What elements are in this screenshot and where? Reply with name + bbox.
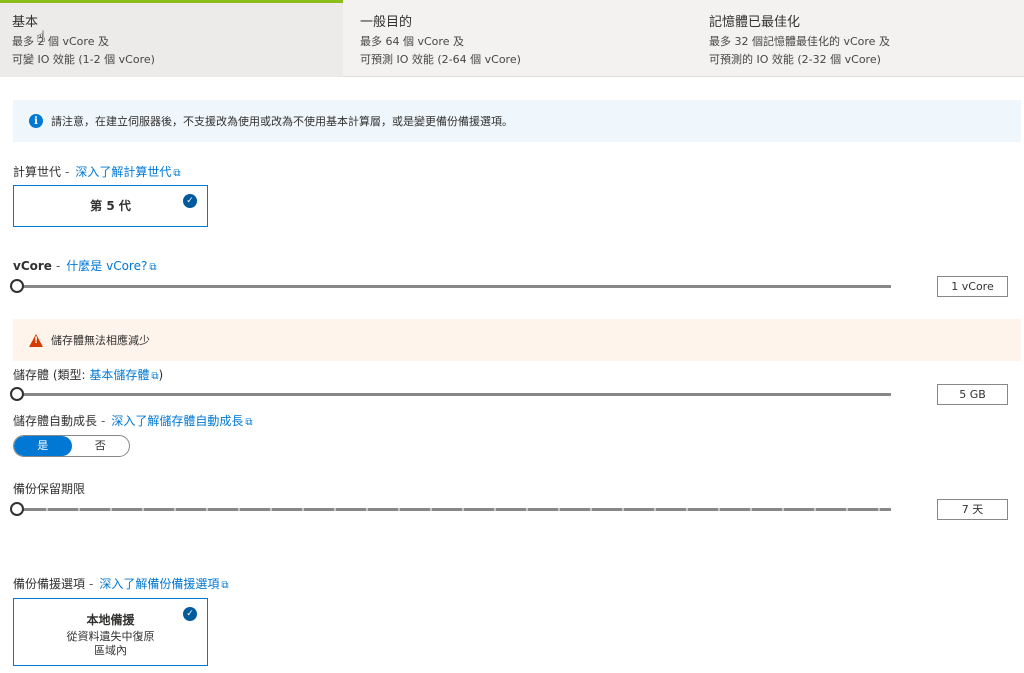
storage-label-close: ): [158, 368, 164, 382]
autogrow-learn-link[interactable]: 深入了解儲存體自動成長 ⧉: [111, 414, 252, 428]
autogrow-toggle[interactable]: 是 否: [13, 435, 130, 457]
backup-retention-slider-track: [16, 508, 891, 511]
vcore-slider-thumb[interactable]: [10, 279, 24, 293]
separator: -: [89, 577, 94, 591]
tier-gp-line1: 最多 64 個 vCore 及: [360, 35, 464, 48]
tier-basic-title: 基本: [12, 15, 39, 30]
backup-retention-slider-thumb[interactable]: [10, 502, 24, 516]
vcore-label: vCore: [13, 259, 52, 273]
storage-type-link-text: 基本儲存體: [89, 368, 150, 382]
warning-icon: [29, 333, 43, 347]
vcore-slider-track: [16, 285, 891, 288]
info-icon: i: [29, 114, 43, 128]
tier-mo-title: 記憶體已最佳化: [709, 15, 801, 30]
vcore-label-row: vCore - 什麼是 vCore? ⧉: [13, 257, 156, 274]
compute-gen-card-title: 第 5 代: [90, 199, 131, 213]
tier-basic[interactable]: 基本 最多 2 個 vCore 及 可變 IO 效能 (1-2 個 vCore): [0, 0, 343, 77]
tier-basic-line1: 最多 2 個 vCore 及: [12, 35, 109, 48]
tier-gp-line2: 可預測 IO 效能 (2-64 個 vCore): [360, 53, 521, 66]
backup-retention-slider[interactable]: [10, 502, 891, 516]
checkmark-icon: ✓: [183, 607, 197, 621]
storage-slider-track: [16, 393, 891, 396]
tier-basic-line2: 可變 IO 效能 (1-2 個 vCore): [12, 53, 155, 66]
separator: -: [65, 165, 70, 179]
backup-retention-label: 備份保留期限: [13, 482, 86, 496]
backup-redundancy-card-local[interactable]: 本地備援 從資料遺失中復原 區域內 ✓: [13, 598, 208, 666]
autogrow-no-option[interactable]: 否: [72, 436, 130, 456]
hand-cursor-icon: ☝: [36, 27, 46, 46]
checkmark-icon: ✓: [183, 194, 197, 208]
backup-retention-value-input[interactable]: 7 天: [937, 499, 1008, 520]
vcore-slider[interactable]: [10, 279, 891, 293]
autogrow-yes-option[interactable]: 是: [14, 436, 72, 456]
backup-card-line2: 區域內: [94, 644, 127, 657]
backup-redundancy-learn-link[interactable]: 深入了解備份備援選項 ⧉: [99, 577, 228, 591]
info-banner: i 請注意，在建立伺服器後，不支援改為使用或改為不使用基本計算層，或是變更備份備…: [13, 100, 1021, 142]
external-link-icon: ⧉: [173, 168, 181, 179]
vcore-link-text: 什麼是 vCore?: [66, 259, 148, 273]
storage-label: 儲存體 (類型:: [13, 368, 86, 382]
warning-banner-text: 儲存體無法相應減少: [51, 334, 150, 347]
vcore-learn-link[interactable]: 什麼是 vCore? ⧉: [66, 259, 156, 273]
compute-gen-learn-link[interactable]: 深入了解計算世代 ⧉: [75, 165, 180, 179]
separator: -: [55, 259, 61, 273]
backup-redundancy-link-text: 深入了解備份備援選項: [99, 577, 220, 591]
autogrow-label-row: 儲存體自動成長 - 深入了解儲存體自動成長 ⧉: [13, 412, 253, 429]
tier-selector: 基本 最多 2 個 vCore 及 可變 IO 效能 (1-2 個 vCore)…: [0, 0, 1024, 77]
tier-general-purpose[interactable]: 一般目的 最多 64 個 vCore 及 可預測 IO 效能 (2-64 個 v…: [343, 0, 693, 77]
storage-slider[interactable]: [10, 387, 891, 401]
compute-gen-label-row: 計算世代 - 深入了解計算世代 ⧉: [13, 163, 181, 180]
external-link-icon: ⧉: [149, 262, 157, 273]
tier-mo-line1: 最多 32 個記憶體最佳化的 vCore 及: [709, 35, 890, 48]
compute-gen-card-gen5[interactable]: 第 5 代 ✓: [13, 185, 208, 227]
storage-type-link[interactable]: 基本儲存體 ⧉: [89, 368, 158, 382]
tier-memory-optimized[interactable]: 記憶體已最佳化 最多 32 個記憶體最佳化的 vCore 及 可預測的 IO 效…: [693, 0, 1024, 77]
autogrow-label: 儲存體自動成長: [13, 414, 98, 428]
warning-banner: 儲存體無法相應減少: [13, 319, 1021, 361]
compute-gen-label: 計算世代: [13, 165, 62, 179]
storage-value-input[interactable]: 5 GB: [937, 384, 1008, 405]
info-banner-text: 請注意，在建立伺服器後，不支援改為使用或改為不使用基本計算層，或是變更備份備援選…: [51, 115, 513, 128]
compute-gen-link-text: 深入了解計算世代: [75, 165, 172, 179]
vcore-value-input[interactable]: 1 vCore: [937, 276, 1008, 297]
backup-redundancy-label-row: 備份備援選項 - 深入了解備份備援選項 ⧉: [13, 575, 229, 592]
backup-redundancy-label: 備份備援選項: [13, 577, 86, 591]
tier-mo-line2: 可預測的 IO 效能 (2-32 個 vCore): [709, 53, 881, 66]
backup-card-line1: 從資料遺失中復原: [66, 630, 155, 643]
external-link-icon: ⧉: [221, 580, 229, 591]
external-link-icon: ⧉: [245, 417, 253, 428]
autogrow-link-text: 深入了解儲存體自動成長: [111, 414, 244, 428]
storage-slider-thumb[interactable]: [10, 387, 24, 401]
separator: -: [101, 414, 106, 428]
storage-label-row: 儲存體 (類型: 基本儲存體 ⧉): [13, 366, 163, 383]
tier-gp-title: 一般目的: [360, 15, 413, 30]
backup-card-title: 本地備援: [86, 613, 135, 627]
external-link-icon: ⧉: [151, 371, 159, 382]
